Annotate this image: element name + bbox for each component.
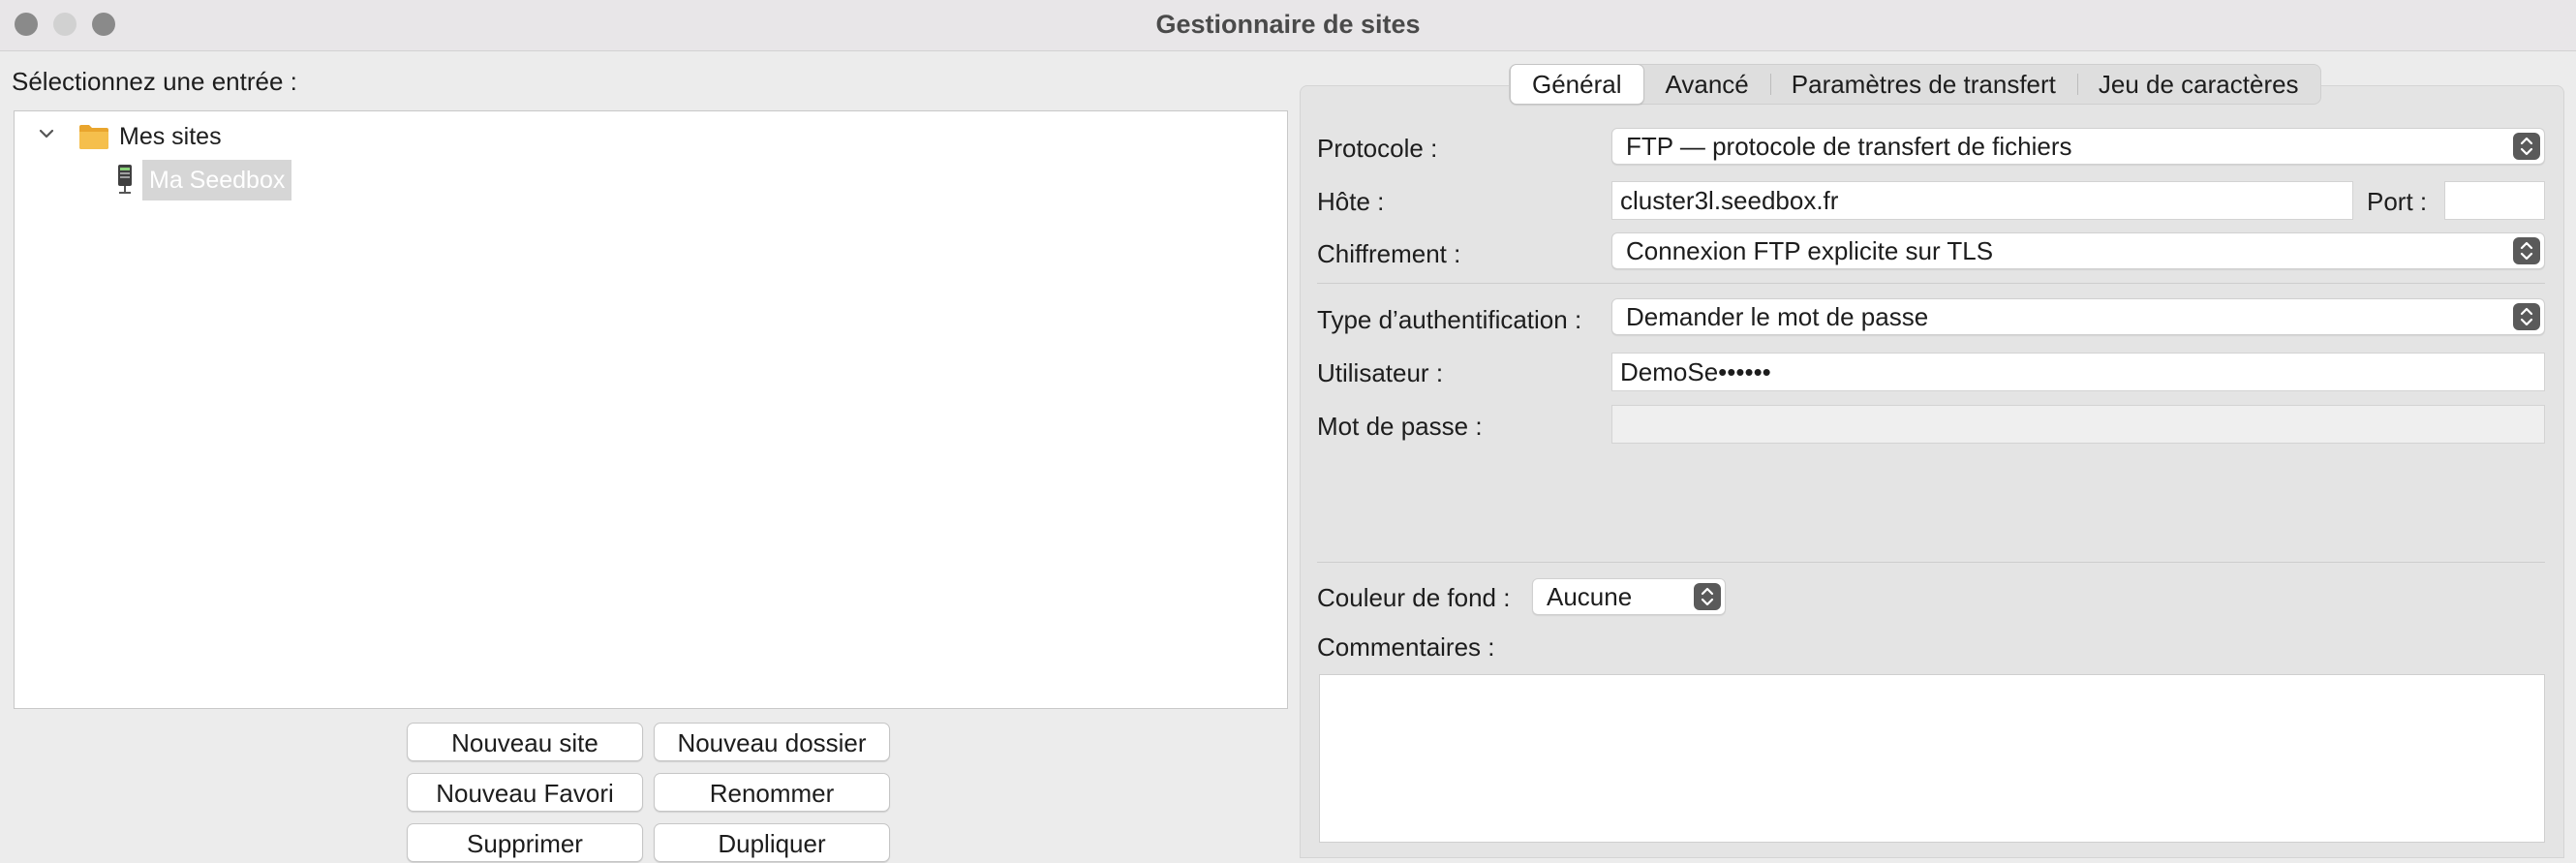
up-down-stepper-icon (2513, 133, 2540, 160)
comments-textarea[interactable] (1319, 674, 2545, 843)
user-label: Utilisateur : (1317, 358, 1444, 387)
bgcolor-select[interactable]: Aucune (1532, 578, 1726, 615)
bgcolor-label: Couleur de fond : (1317, 583, 1511, 612)
select-entry-label: Sélectionnez une entrée : (12, 67, 297, 96)
new-site-button[interactable]: Nouveau site (407, 723, 643, 761)
title-bar: Gestionnaire de sites (0, 0, 2576, 51)
port-input[interactable] (2444, 181, 2545, 220)
auth-type-label: Type d’authentification : (1317, 305, 1582, 334)
folder-icon (78, 123, 109, 155)
window-title: Gestionnaire de sites (1155, 10, 1421, 39)
server-icon (115, 164, 135, 200)
site-tree[interactable]: Mes sites Ma Seedbox (14, 110, 1288, 709)
up-down-stepper-icon (2513, 303, 2540, 330)
password-input (1611, 405, 2545, 444)
host-label: Hôte : (1317, 187, 1385, 216)
tree-folder-label[interactable]: Mes sites (119, 123, 222, 151)
new-folder-button[interactable]: Nouveau dossier (654, 723, 890, 761)
rename-button[interactable]: Renommer (654, 773, 890, 812)
bgcolor-value: Aucune (1547, 582, 1633, 611)
protocol-value: FTP — protocole de transfert de fichiers (1626, 132, 2072, 161)
comments-label: Commentaires : (1317, 632, 1495, 662)
tree-site-item[interactable]: Ma Seedbox (142, 160, 292, 200)
encryption-value: Connexion FTP explicite sur TLS (1626, 236, 1994, 265)
protocol-select[interactable]: FTP — protocole de transfert de fichiers (1611, 128, 2545, 165)
user-input[interactable]: DemoSe•••••• (1611, 353, 2545, 391)
auth-type-value: Demander le mot de passe (1626, 302, 1929, 331)
new-bookmark-button[interactable]: Nouveau Favori (407, 773, 643, 812)
port-label: Port : (2367, 187, 2428, 216)
password-label: Mot de passe : (1317, 412, 1483, 441)
chevron-down-icon[interactable] (36, 123, 57, 149)
tab-charset[interactable]: Jeu de caractères (2076, 65, 2320, 104)
duplicate-button[interactable]: Dupliquer (654, 823, 890, 862)
tab-bar: Général Avancé Paramètres de transfert J… (1509, 64, 2321, 105)
protocol-label: Protocole : (1317, 134, 1438, 163)
up-down-stepper-icon (2513, 237, 2540, 264)
separator (1317, 562, 2545, 563)
up-down-stepper-icon (1694, 583, 1721, 610)
encryption-label: Chiffrement : (1317, 239, 1461, 268)
delete-button[interactable]: Supprimer (407, 823, 643, 862)
separator (1317, 283, 2545, 284)
encryption-select[interactable]: Connexion FTP explicite sur TLS (1611, 232, 2545, 269)
tab-general[interactable]: Général (1510, 64, 1644, 105)
tab-transfer-settings[interactable]: Paramètres de transfert (1769, 65, 2077, 104)
auth-type-select[interactable]: Demander le mot de passe (1611, 298, 2545, 335)
host-input[interactable]: cluster3l.seedbox.fr (1611, 181, 2353, 220)
tab-advanced[interactable]: Avancé (1644, 65, 1770, 104)
